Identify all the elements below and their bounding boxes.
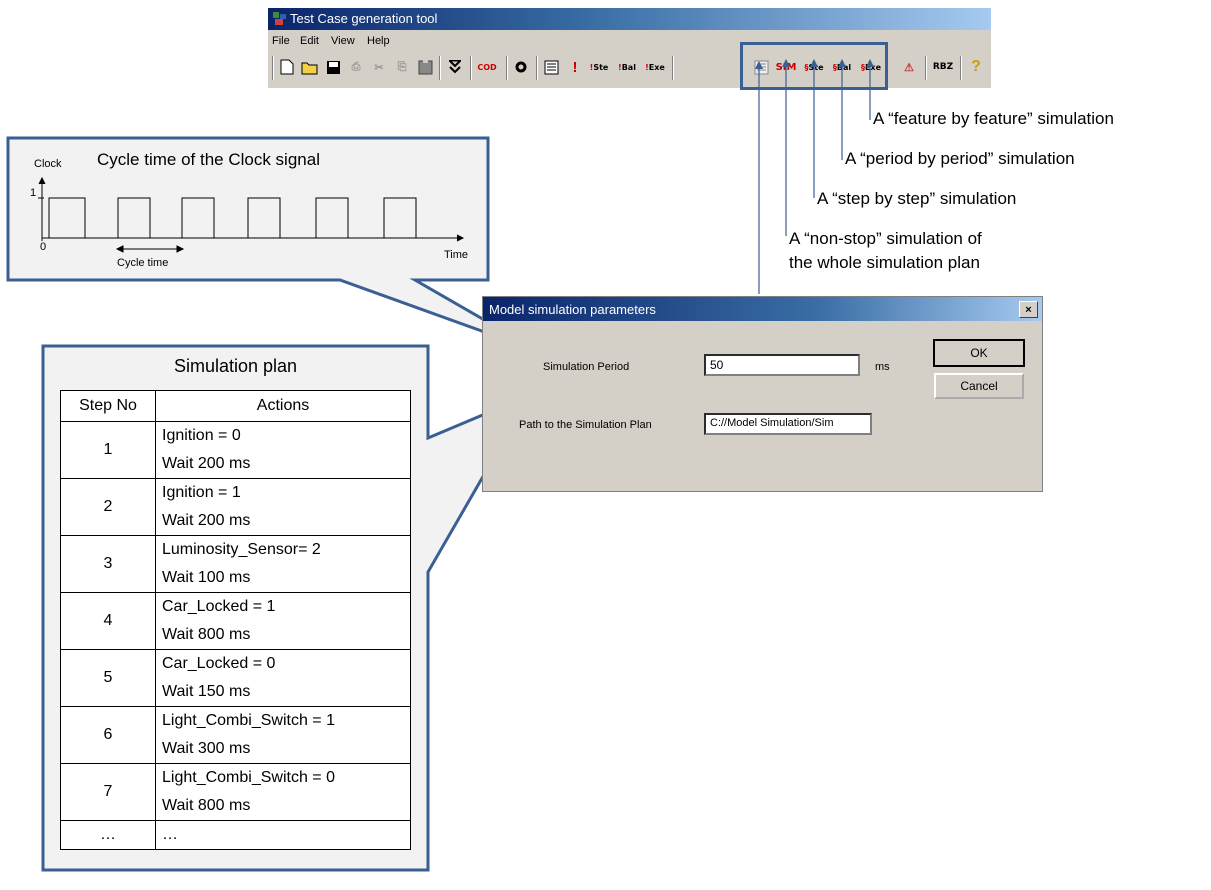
annotation-step: A “step by step” simulation (817, 189, 1017, 208)
close-button[interactable]: × (1019, 301, 1038, 318)
plan-step-number: 1 (60, 421, 156, 479)
plan-col-step: Step No (60, 390, 156, 422)
plan-header-row: Step No Actions (60, 390, 411, 422)
plan-wait: Wait 200 ms (155, 450, 411, 479)
annotation-nonstop-line1: A “non-stop” simulation of (789, 229, 982, 248)
table-row-ellipsis: …… (60, 820, 411, 850)
clock-xlabel: Time (444, 249, 469, 261)
period-input[interactable]: 50 (704, 354, 860, 376)
plan-wait: Wait 800 ms (155, 621, 411, 650)
plan-ellipsis-step: … (60, 820, 156, 850)
plan-action: Ignition = 0 (155, 421, 411, 450)
table-row: 4 Car_Locked = 1 (60, 592, 411, 650)
plan-wait: Wait 300 ms (155, 735, 411, 764)
table-row: 5 Car_Locked = 0 (60, 649, 411, 707)
dialog-title: Model simulation parameters (489, 302, 656, 317)
plan-ellipsis-action: … (155, 820, 411, 850)
plan-action: Light_Combi_Switch = 1 (155, 706, 411, 735)
plan-action: Car_Locked = 1 (155, 592, 411, 621)
clock-ylabel: Clock (34, 158, 62, 170)
table-row: 2 Ignition = 1 (60, 478, 411, 536)
plan-action: Luminosity_Sensor= 2 (155, 535, 411, 564)
ok-button[interactable]: OK (933, 339, 1025, 367)
annotation-period: A “period by period” simulation (845, 149, 1075, 168)
close-icon: × (1025, 303, 1032, 316)
period-label: Simulation Period (543, 361, 630, 373)
simulation-dialog: Model simulation parameters × Simulation… (482, 296, 1043, 492)
plan-wait: Wait 100 ms (155, 564, 411, 593)
plan-wait: Wait 800 ms (155, 792, 411, 821)
clock-title: Cycle time of the Clock signal (97, 150, 320, 169)
table-row: 7 Light_Combi_Switch = 0 (60, 763, 411, 821)
plan-wait: Wait 200 ms (155, 507, 411, 536)
annotation-feature: A “feature by feature” simulation (873, 109, 1114, 128)
plan-step-number: 7 (60, 763, 156, 821)
cancel-button[interactable]: Cancel (934, 373, 1024, 399)
table-row: 3 Luminosity_Sensor= 2 (60, 535, 411, 593)
dialog-titlebar[interactable]: Model simulation parameters × (483, 297, 1042, 321)
plan-step-number: 4 (60, 592, 156, 650)
plan-step-number: 6 (60, 706, 156, 764)
plan-table: Step No Actions 1 Ignition = 0 Wait 200 ms… (60, 390, 411, 850)
plan-step-number: 5 (60, 649, 156, 707)
plan-wait: Wait 150 ms (155, 678, 411, 707)
path-input[interactable]: C://Model Simulation/Sim (704, 413, 872, 435)
table-row: 1 Ignition = 0 (60, 421, 411, 479)
clock-callout-shape (6, 136, 541, 354)
plan-title: Simulation plan (173, 356, 298, 376)
plan-action: Light_Combi_Switch = 0 (155, 763, 411, 792)
plan-action: Ignition = 1 (155, 478, 411, 507)
plan-action: Car_Locked = 0 (155, 649, 411, 678)
plan-col-actions: Actions (155, 390, 411, 422)
plan-step-number: 2 (60, 478, 156, 536)
plan-body: 1 Ignition = 0 Wait 200 ms 2 Ignition = 1 Wai… (60, 421, 411, 850)
clock-cycle-label: Cycle time (117, 257, 169, 269)
path-label: Path to the Simulation Plan (519, 419, 652, 431)
clock-tick-low: 0 (40, 241, 47, 253)
annotation-nonstop-line2: the whole simulation plan (789, 253, 980, 272)
plan-step-number: 3 (60, 535, 156, 593)
clock-tick-high: 1 (30, 187, 37, 199)
table-row: 6 Light_Combi_Switch = 1 (60, 706, 411, 764)
period-unit: ms (875, 361, 890, 373)
